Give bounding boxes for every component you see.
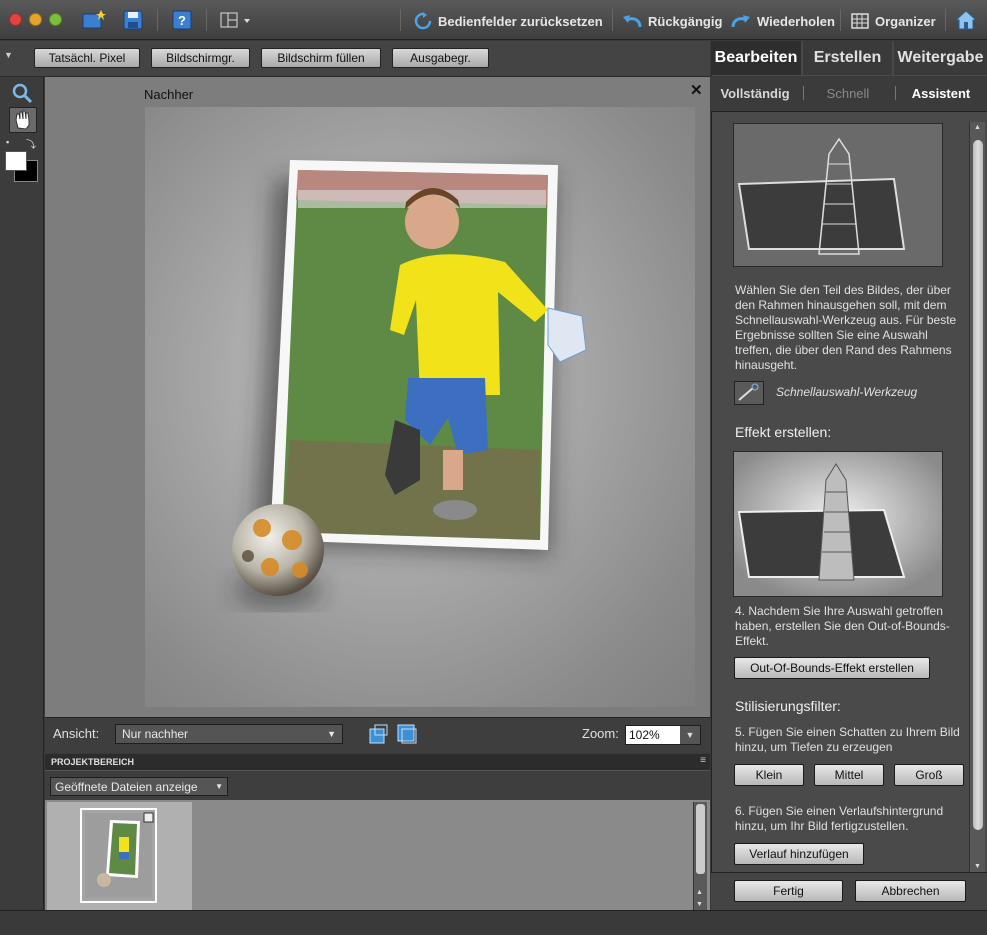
shadow-large-button[interactable]: Groß: [894, 764, 964, 786]
tab-divider: [895, 86, 896, 100]
scroll-up-icon[interactable]: ▲: [974, 124, 981, 131]
shadow-medium-button[interactable]: Mittel: [814, 764, 884, 786]
tab-create[interactable]: Erstellen: [803, 41, 892, 75]
create-out-of-bounds-button[interactable]: Out-Of-Bounds-Effekt erstellen: [734, 657, 930, 679]
panel-menu-icon[interactable]: ≡: [700, 755, 706, 766]
tab-guided[interactable]: Assistent: [900, 84, 982, 102]
step-instructions: Wählen Sie den Teil des Bildes, der über…: [735, 283, 957, 372]
step5-instructions: 5. Fügen Sie einen Schatten zu Ihrem Bil…: [735, 725, 960, 754]
view-select[interactable]: Nur nachher ▼: [115, 724, 343, 744]
tab-quick[interactable]: Schnell: [806, 84, 890, 102]
panel-scrollbar[interactable]: ▲ ▼: [969, 122, 985, 872]
effect-heading: Effekt erstellen:: [735, 424, 832, 440]
scroll-down-icon[interactable]: ▼: [696, 901, 703, 908]
shadow-small-button[interactable]: Klein: [734, 764, 804, 786]
document-title: Nachher: [144, 87, 194, 102]
project-area-title: PROJEKTBEREICH: [51, 757, 135, 767]
preview-tower-outline: [733, 123, 943, 267]
zoom-dropdown-icon[interactable]: ▼: [680, 726, 700, 744]
preview-tower-effect: [733, 451, 943, 597]
show-files-dropdown[interactable]: Geöffnete Dateien anzeige ▼: [50, 777, 228, 796]
filter-heading: Stilisierungsfilter:: [735, 698, 841, 714]
show-files-value: Geöffnete Dateien anzeige: [55, 779, 198, 794]
zoom-label: Zoom:: [582, 726, 619, 741]
chevron-down-icon: ▼: [215, 782, 223, 791]
project-scrollbar-thumb[interactable]: [696, 804, 705, 874]
project-scrollbar[interactable]: ▲ ▼: [693, 802, 707, 910]
status-bar: [0, 910, 987, 935]
scroll-up-icon[interactable]: ▲: [696, 889, 703, 896]
add-gradient-button[interactable]: Verlauf hinzufügen: [734, 843, 864, 865]
zoom-field[interactable]: 102% ▼: [625, 725, 701, 745]
close-document-icon[interactable]: ✕: [690, 81, 703, 99]
view-select-value: Nur nachher: [122, 727, 189, 741]
chevron-down-icon: ▼: [327, 729, 336, 739]
step4-instructions: 4. Nachdem Sie Ihre Auswahl getroffen ha…: [735, 604, 950, 648]
tab-full[interactable]: Vollständig: [713, 84, 797, 102]
step6-instructions: 6. Fügen Sie einen Verlaufshintergrund h…: [735, 804, 944, 833]
view-label: Ansicht:: [53, 726, 100, 741]
zoom-value: 102%: [629, 728, 660, 742]
window-tile-icon[interactable]: [396, 723, 418, 748]
panel-scrollbar-thumb[interactable]: [973, 140, 983, 830]
quick-selection-tool-icon[interactable]: [734, 381, 764, 405]
window-arrange-icon[interactable]: [368, 723, 390, 748]
done-button[interactable]: Fertig: [734, 880, 843, 902]
tab-edit[interactable]: Bearbeiten: [711, 41, 801, 75]
project-area-header: PROJEKTBEREICH ≡: [45, 754, 710, 771]
scroll-down-icon[interactable]: ▼: [974, 863, 981, 870]
tab-divider: [803, 86, 804, 100]
project-thumbnail[interactable]: [80, 808, 157, 903]
quick-selection-tool-label: Schnellauswahl-Werkzeug: [776, 385, 918, 399]
cancel-button[interactable]: Abbrechen: [855, 880, 966, 902]
tab-share[interactable]: Weitergabe: [894, 41, 987, 75]
